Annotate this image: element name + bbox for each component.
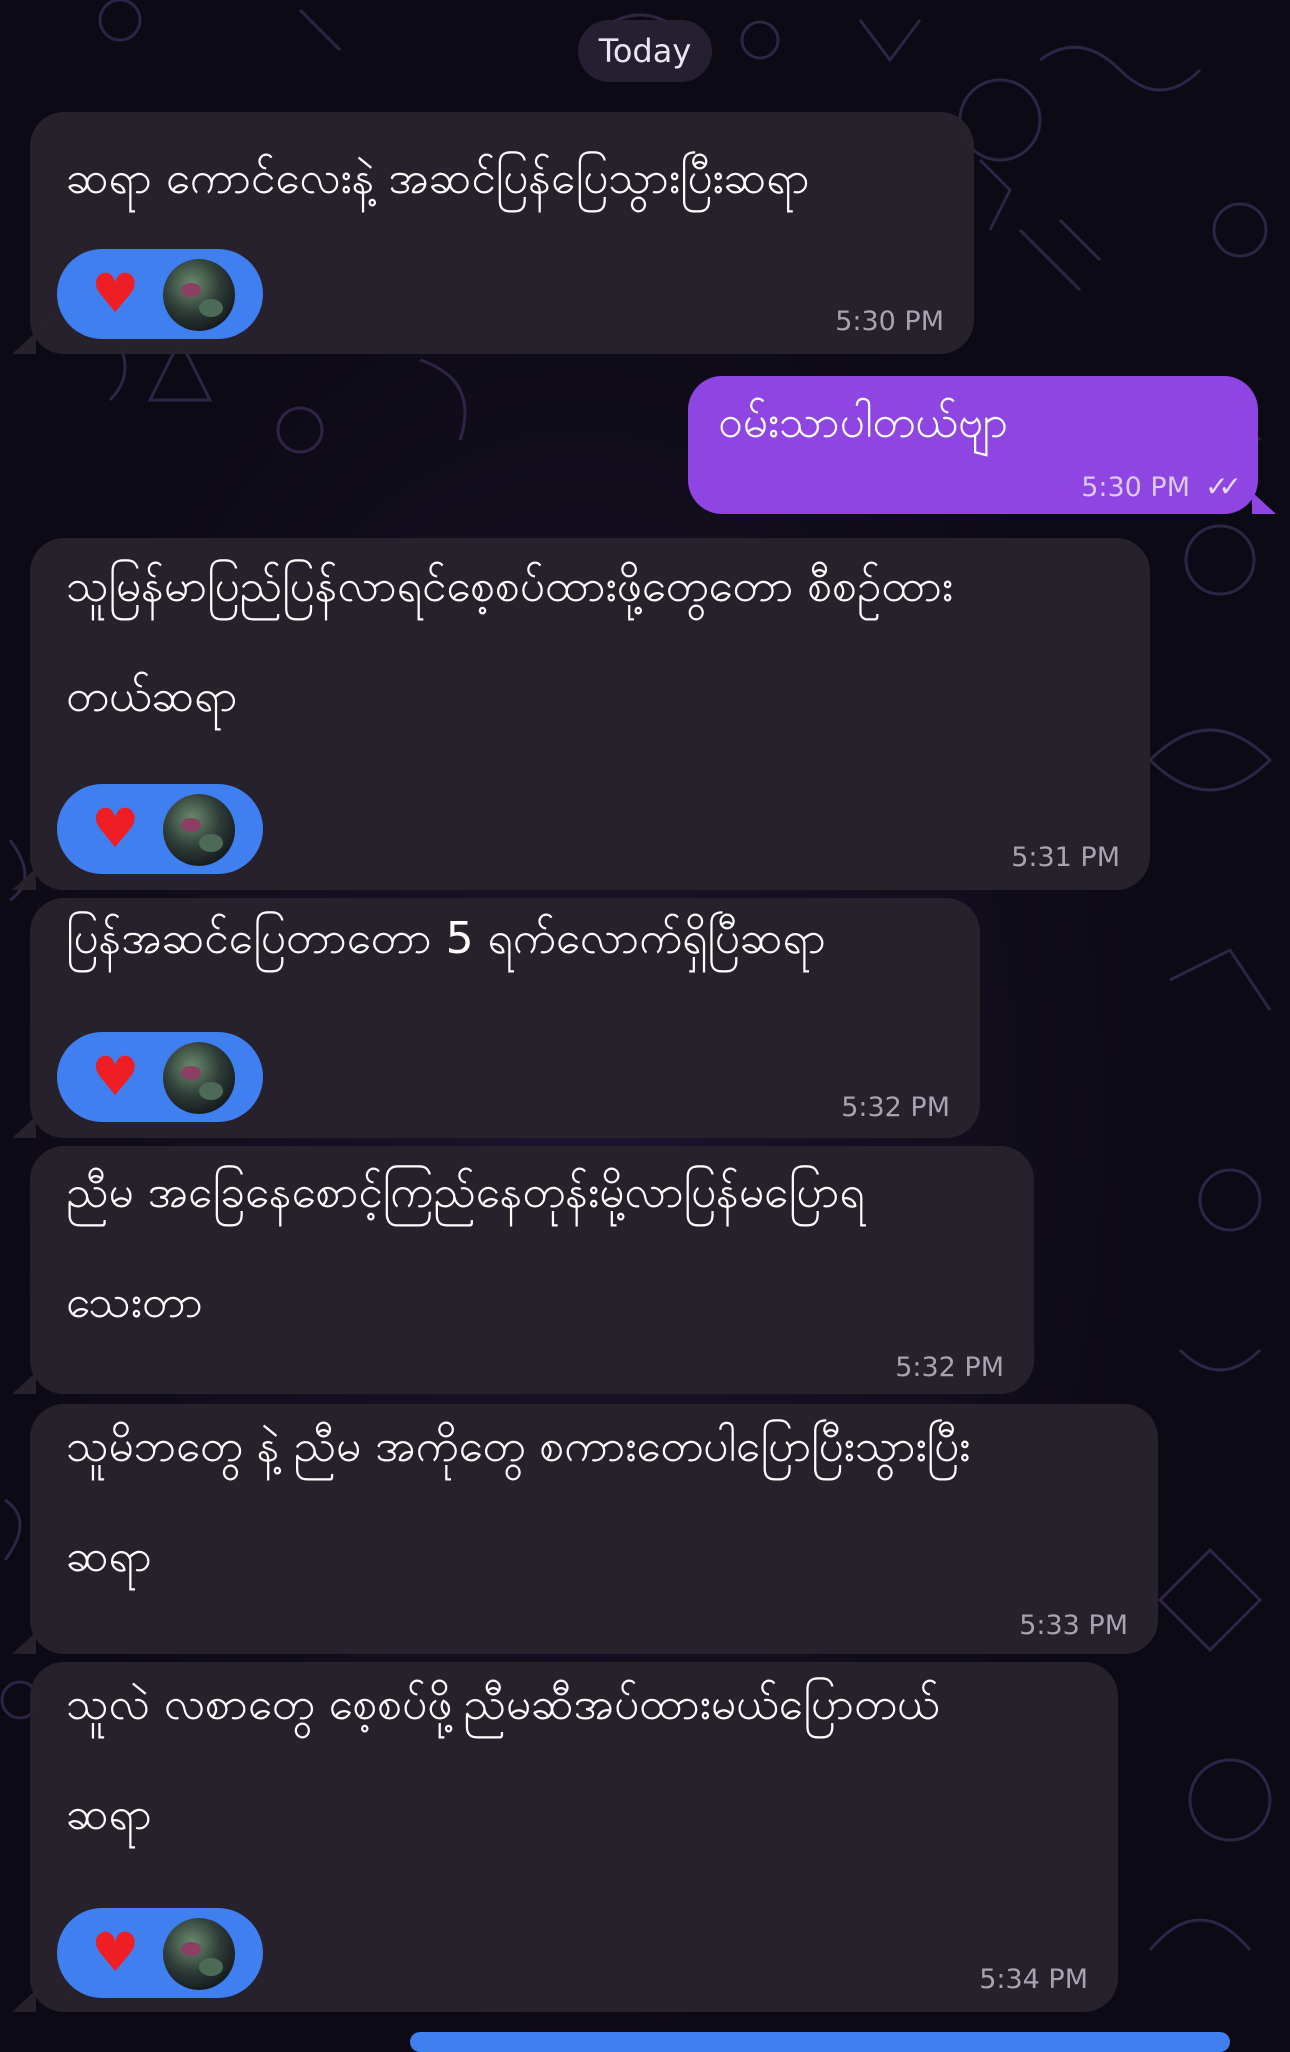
message-text: ညီမ အခြေနေစောင့်ကြည်နေတုန်းမို့လာပြန်မပြ… <box>66 1167 865 1328</box>
reaction-pill[interactable]: ♥ <box>57 1908 263 1998</box>
message-text: ပြန်အဆင်ပြေတာတော 5 ရက်လောက်ရှိပြီဆရာ <box>66 913 826 964</box>
bubble-tail <box>12 1632 36 1654</box>
message-time: 5:30 PM <box>835 306 944 337</box>
message-bubble-outgoing[interactable]: ဝမ်းသာပါတယ်ဗျာ 5:30 PM ✓✓ <box>688 376 1276 514</box>
message-text: ဆရာ ကောင်လေးနဲ့ အဆင်ပြန်ပြေသွားပြီးဆရာ <box>66 153 810 204</box>
bubble-tail <box>1252 492 1276 514</box>
message-text: သူလဲ လစာတွေ စေ့စပ်ဖို့ညီမဆီအပ်ထားမယ်ပြော… <box>66 1679 940 1840</box>
bubble-tail <box>12 1990 36 2012</box>
heart-icon: ♥ <box>91 797 140 860</box>
message-bubble-incoming[interactable]: သူလဲ လစာတွေ စေ့စပ်ဖို့ညီမဆီအပ်ထားမယ်ပြော… <box>12 1662 1118 2012</box>
heart-icon: ♥ <box>91 1921 140 1984</box>
bubble-tail <box>12 332 36 354</box>
reactor-avatar <box>163 259 235 331</box>
bubble-tail <box>12 1116 36 1138</box>
reactor-avatar <box>163 1042 235 1114</box>
message-bubble-incoming[interactable]: ညီမ အခြေနေစောင့်ကြည်နေတုန်းမို့လာပြန်မပြ… <box>12 1146 1034 1394</box>
reaction-pill[interactable]: ♥ <box>57 784 263 874</box>
message-text: ဝမ်းသာပါတယ်ဗျာ <box>718 397 1009 448</box>
message-bubble-incoming[interactable]: သူမိဘတွေ နဲ့ ညီမ အကိုတွေ စကားတေပါပြောပြီ… <box>12 1404 1158 1654</box>
bubble-tail <box>12 1372 36 1394</box>
reaction-pill[interactable]: ♥ <box>57 249 263 339</box>
heart-icon: ♥ <box>91 262 140 325</box>
reactor-avatar <box>163 1918 235 1990</box>
message-time: 5:34 PM <box>979 1964 1088 1995</box>
message-time: 5:33 PM <box>1019 1610 1128 1641</box>
message-text: သူမြန်မာပြည်ပြန်လာရင်စေ့စပ်ထားဖို့တွေတော… <box>66 561 954 722</box>
message-bubble-incoming[interactable]: ပြန်အဆင်ပြေတာတော 5 ရက်လောက်ရှိပြီဆရာ ♥ 5… <box>12 898 980 1138</box>
reaction-pill[interactable]: ♥ <box>57 1032 263 1122</box>
double-check-icon: ✓✓ <box>1205 470 1242 503</box>
message-time: 5:32 PM <box>841 1092 950 1123</box>
message-bubble-incoming[interactable]: သူမြန်မာပြည်ပြန်လာရင်စေ့စပ်ထားဖို့တွေတော… <box>12 538 1150 890</box>
message-text: သူမိဘတွေ နဲ့ ညီမ အကိုတွေ စကားတေပါပြောပြီ… <box>66 1421 971 1582</box>
bubble-tail <box>12 868 36 890</box>
reactor-avatar <box>163 794 235 866</box>
date-separator: Today <box>578 20 712 82</box>
message-time: 5:32 PM <box>895 1352 1004 1383</box>
message-time: 5:30 PM <box>1081 472 1190 503</box>
message-time: 5:31 PM <box>1011 842 1120 873</box>
message-bubble-incoming[interactable]: ဆရာ ကောင်လေးနဲ့ အဆင်ပြန်ပြေသွားပြီးဆရာ ♥… <box>12 112 974 354</box>
next-message-edge <box>410 2032 1230 2052</box>
heart-icon: ♥ <box>91 1045 140 1108</box>
